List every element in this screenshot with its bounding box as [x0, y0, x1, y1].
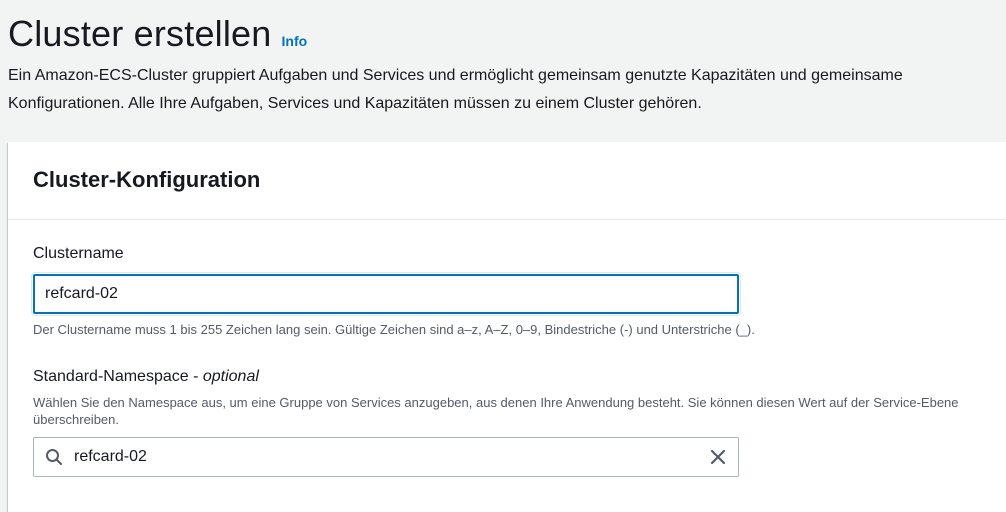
- page-title: Cluster erstellen: [8, 13, 272, 54]
- title-row: Cluster erstellen Info: [8, 14, 1006, 54]
- namespace-label: Standard-Namespace - optional: [33, 368, 259, 386]
- panel-title: Cluster-Konfiguration: [33, 167, 261, 192]
- namespace-input[interactable]: [74, 448, 698, 466]
- page-description-line: Konfigurationen. Alle Ihre Aufgaben, Ser…: [8, 95, 702, 112]
- cluster-name-constraint: Der Clustername muss 1 bis 255 Zeichen l…: [33, 322, 755, 337]
- cluster-name-label: Clustername: [33, 245, 124, 262]
- namespace-autosuggest[interactable]: [33, 437, 739, 477]
- page-header: Cluster erstellen Info Ein Amazon-ECS-Cl…: [8, 14, 1006, 118]
- info-link[interactable]: Info: [282, 33, 308, 49]
- namespace-optional-label: optional: [202, 368, 259, 385]
- close-icon[interactable]: [698, 438, 738, 476]
- search-icon: [34, 438, 74, 476]
- page-description: Ein Amazon-ECS-Cluster gruppiert Aufgabe…: [8, 62, 1006, 118]
- namespace-description: Wählen Sie den Namespace aus, um eine Gr…: [33, 395, 959, 427]
- page-description-line: Ein Amazon-ECS-Cluster gruppiert Aufgabe…: [8, 67, 903, 84]
- panel-header: Cluster-Konfiguration: [8, 142, 1006, 220]
- namespace-label-text: Standard-Namespace -: [33, 368, 203, 385]
- cluster-name-input[interactable]: [33, 274, 739, 314]
- cluster-configuration-panel: Cluster-Konfiguration Clustername Der Cl…: [8, 142, 1006, 512]
